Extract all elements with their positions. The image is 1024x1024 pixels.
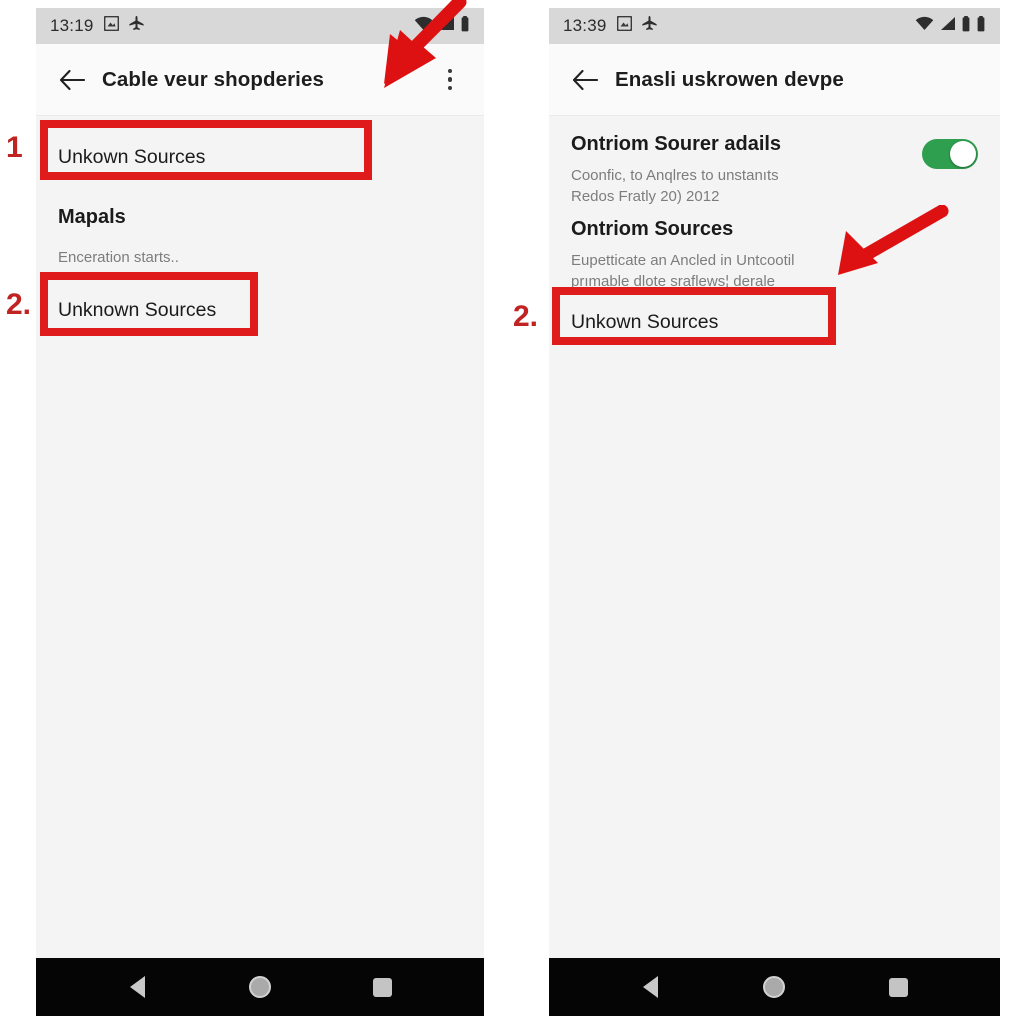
battery-icon <box>460 15 470 37</box>
status-bar-left: 13:19 <box>36 8 484 44</box>
setting-ontriom-sourer-adails-sub-line2: Redos Fratly 20) 2012 <box>571 188 720 205</box>
status-left-icons <box>616 15 658 37</box>
app-bar-right: Enasli uskrowen devpe <box>549 44 1000 116</box>
recents-nav-icon[interactable] <box>870 967 926 1007</box>
home-nav-icon[interactable] <box>746 967 802 1007</box>
unknown-sources-toggle[interactable] <box>922 139 978 169</box>
toggle-knob <box>950 141 976 167</box>
cell-signal-icon <box>939 16 956 36</box>
back-arrow-icon[interactable] <box>52 60 92 100</box>
highlight-box-step1-left <box>40 120 372 180</box>
screenshot-root: 13:19 Cable veur shopderies Unkown Sourc… <box>0 0 1024 1024</box>
highlight-box-step2-right <box>552 287 836 345</box>
page-title: Cable veur shopderies <box>102 67 324 91</box>
wifi-icon <box>414 16 433 36</box>
status-right-icons <box>414 15 470 37</box>
list-section-mapals-subtitle: Enceration starts.. <box>58 249 179 266</box>
airplane-mode-icon <box>128 15 145 37</box>
setting-ontriom-sources-sub-line1: Eupetticate an Ancled in Untcootil <box>571 252 795 269</box>
status-left-icons <box>103 15 145 37</box>
screenshot-icon <box>616 15 632 36</box>
battery-icon <box>961 15 971 37</box>
back-nav-icon[interactable] <box>623 967 679 1007</box>
app-bar-left: Cable veur shopderies <box>36 44 484 116</box>
overflow-menu-icon[interactable] <box>432 60 468 100</box>
settings-list-right: Ontriom Sourer adails Coonfic, to Anqlre… <box>549 116 1000 1016</box>
battery-icon <box>976 15 986 37</box>
step-marker-1-left: 1 <box>6 131 23 164</box>
wifi-icon <box>915 16 934 36</box>
nav-bar-left <box>36 958 484 1016</box>
step-marker-2-right: 2. <box>513 300 539 333</box>
status-clock: 13:19 <box>50 16 94 35</box>
setting-ontriom-sourer-adails-sub-line1: Coonfic, to Anqlres to unstanıts <box>571 167 779 184</box>
setting-ontriom-sources-title: Ontriom Sources <box>571 218 734 240</box>
page-title: Enasli uskrowen devpe <box>615 67 844 91</box>
status-right-icons <box>915 15 986 37</box>
status-clock: 13:39 <box>563 16 607 35</box>
step-marker-2-left: 2. <box>6 288 32 321</box>
status-bar-right: 13:39 <box>549 8 1000 44</box>
setting-ontriom-sourer-adails-title: Ontriom Sourer adails <box>571 133 782 155</box>
list-section-mapals: Mapals <box>58 206 126 228</box>
recents-nav-icon[interactable] <box>355 967 411 1007</box>
screenshot-icon <box>103 15 119 36</box>
nav-bar-right <box>549 958 1000 1016</box>
home-nav-icon[interactable] <box>232 967 288 1007</box>
back-nav-icon[interactable] <box>109 967 165 1007</box>
airplane-mode-icon <box>641 15 658 37</box>
phone-screenshot-right: 13:39 Enasli uskrowen devpe Ontriom Sour… <box>549 8 1000 1016</box>
cell-signal-icon <box>438 16 455 36</box>
highlight-box-step2-left <box>40 272 258 336</box>
settings-list-left: Unkown Sources Mapals Enceration starts.… <box>36 116 484 1016</box>
back-arrow-icon[interactable] <box>565 60 605 100</box>
